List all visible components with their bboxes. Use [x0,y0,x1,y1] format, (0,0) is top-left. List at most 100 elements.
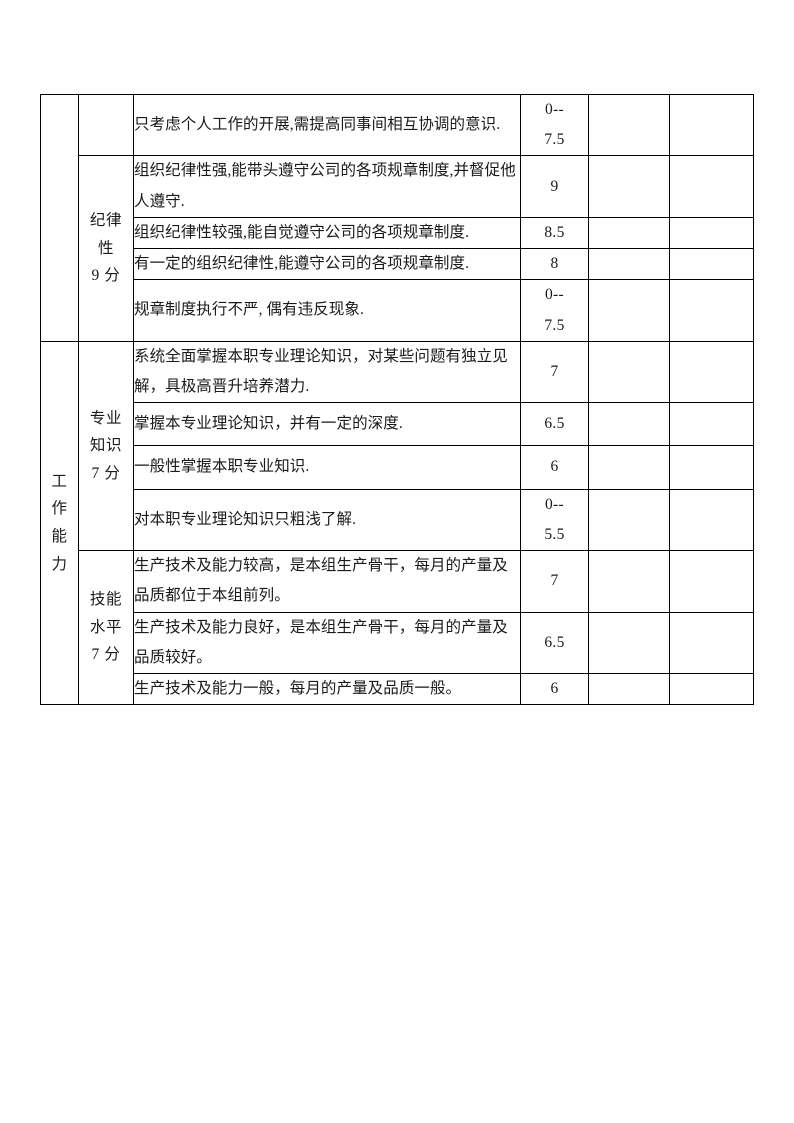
description-cell: 有一定的组织纪律性,能遵守公司的各项规章制度. [133,248,521,281]
description-cell: 生产技术及能力较高，是本组生产骨干，每月的产量及品质都位于本组前列。 [133,550,521,613]
self-score-cell[interactable] [588,672,670,706]
description-cell: 系统全面掌握本职专业理论知识，对某些问题有独立见解，具极高晋升培养潜力. [133,340,521,404]
standard-score-cell: 6 [520,672,589,706]
self-score-cell[interactable] [588,488,670,552]
manager-score-cell[interactable] [669,155,754,218]
subcategory-cell-skill-level: 技能 水平 7 分 [78,550,134,706]
manager-score-cell[interactable] [669,248,754,281]
subcategory-cell-professional-knowledge: 专业 知识 7 分 [78,340,134,552]
table-row: 只考虑个人工作的开展,需提高同事间相互协调的意识. 0-- 7.5 [40,93,754,342]
table-row: 掌握本专业理论知识，并有一定的深度. 6.5 [41,402,754,447]
score-line: 7.5 [544,131,565,149]
manager-score-cell[interactable] [669,550,754,613]
category-label-line: 力 [51,555,68,573]
self-score-cell[interactable] [588,550,670,613]
score-line: 5.5 [544,525,565,543]
manager-score-cell[interactable] [669,488,754,552]
score-line: 6.5 [544,633,565,651]
description-cell: 规章制度执行不严, 偶有违反现象. [133,279,521,342]
standard-score-cell: 8 [520,248,589,281]
subcategory-cell-discipline: 纪律 性 9 分 [78,155,134,342]
standard-score-cell: 9 [520,155,589,218]
score-line: 0-- [544,101,564,118]
subcategory-label-professional-knowledge: 专业 知识 7 分 [79,405,133,488]
table-row: 生产技术及能力良好，是本组生产骨干，每月的产量及品质较好。 6.5 [41,611,754,674]
description-cell: 组织纪律性较强,能自觉遵守公司的各项规章制度. [133,216,521,250]
self-score-cell[interactable] [588,445,670,490]
description-cell: 生产技术及能力良好，是本组生产骨干，每月的产量及品质较好。 [133,611,521,674]
table-row: 一般性掌握本职专业知识. 6 [41,445,754,490]
manager-score-cell[interactable] [669,672,754,706]
category-label-line: 作 [51,500,68,518]
description-cell: 生产技术及能力一般，每月的产量及品质一般。 [133,672,521,706]
table-row: 纪律 性 9 分 组织纪律性强,能带头遵守公司的各项规章制度,并督促他人遵守. … [41,155,754,342]
self-score-cell[interactable] [588,93,670,157]
standard-score-cell: 0-- 7.5 [520,93,589,157]
self-score-cell[interactable] [588,611,670,674]
table-row: 规章制度执行不严, 偶有违反现象. 0-- 7.5 [41,279,754,342]
manager-score-cell[interactable] [669,402,754,447]
description-cell: 对本职专业理论知识只粗浅了解. [133,488,521,552]
score-line: 7 [550,572,559,590]
manager-score-cell[interactable] [669,445,754,490]
standard-score-cell: 7 [520,340,589,404]
score-line: 7.5 [544,316,565,334]
subcategory-label-line: 7 分 [91,646,121,664]
score-line: 6.5 [544,415,565,433]
self-score-cell[interactable] [588,279,670,342]
subcategory-label-line: 纪律 [89,212,123,230]
subcategory-label-line: 技能 [89,591,123,609]
self-score-cell[interactable] [588,402,670,447]
evaluation-table: 只考虑个人工作的开展,需提高同事间相互协调的意识. 0-- 7.5 纪律 性 9… [40,93,754,706]
score-line: 6 [550,458,559,476]
document-page: 只考虑个人工作的开展,需提高同事间相互协调的意识. 0-- 7.5 纪律 性 9… [0,0,794,1123]
subcategory-cell-continued [78,93,134,157]
table-row: 组织纪律性较强,能自觉遵守公司的各项规章制度. 8.5 [41,216,754,250]
score-line: 0-- [544,286,564,304]
category-cell-continued [40,94,79,342]
category-cell-work-ability: 工 作 能 力 [40,340,79,706]
description-cell: 组织纪律性强,能带头遵守公司的各项规章制度,并督促他人遵守. [133,155,521,218]
subcategory-label-line: 7 分 [91,464,121,482]
subcategory-label-skill-level: 技能 水平 7 分 [79,586,133,669]
standard-score-cell: 7 [520,550,589,613]
standard-score-cell: 0-- 5.5 [520,488,589,552]
category-label-work-ability: 工 作 能 力 [41,468,78,578]
table-row: 技能 水平 7 分 生产技术及能力较高，是本组生产骨干，每月的产量及品质都位于本… [41,550,754,706]
table-row: 对本职专业理论知识只粗浅了解. 0-- 5.5 [41,488,754,552]
self-score-cell[interactable] [588,155,670,218]
score-line: 6 [550,679,559,697]
subcategory-label-discipline: 纪律 性 9 分 [79,207,133,290]
table-row: 有一定的组织纪律性,能遵守公司的各项规章制度. 8 [41,248,754,281]
score-line: 8.5 [544,223,565,241]
standard-score-cell: 0-- 7.5 [520,279,589,342]
table-row: 工 作 能 力 专业 知识 7 分 系统全面掌握本职专业理论知识，对某些问题有独… [40,340,754,706]
manager-score-cell[interactable] [669,216,754,250]
standard-score-cell: 8.5 [520,216,589,250]
description-cell: 只考虑个人工作的开展,需提高同事间相互协调的意识. [133,93,521,157]
self-score-cell[interactable] [588,340,670,404]
table-row: 生产技术及能力一般，每月的产量及品质一般。 6 [41,672,754,706]
standard-score-cell: 6.5 [520,402,589,447]
category-label-line: 工 [51,472,68,490]
score-line: 0-- [544,495,564,513]
self-score-cell[interactable] [588,216,670,250]
score-line: 9 [550,177,559,195]
self-score-cell[interactable] [588,248,670,281]
description-cell: 一般性掌握本职专业知识. [133,445,521,490]
subcategory-label-line: 水平 [89,618,123,636]
subcategory-label-line: 知识 [89,437,123,455]
subcategory-label-line: 9 分 [91,267,121,285]
manager-score-cell[interactable] [669,93,754,157]
manager-score-cell[interactable] [669,340,754,404]
standard-score-cell: 6.5 [520,611,589,674]
description-cell: 掌握本专业理论知识，并有一定的深度. [133,402,521,447]
subcategory-label-line: 专业 [89,409,123,427]
subcategory-label-line: 性 [97,239,115,257]
score-line: 8 [550,255,559,273]
standard-score-cell: 6 [520,445,589,490]
manager-score-cell[interactable] [669,279,754,342]
score-line: 7 [550,362,559,380]
manager-score-cell[interactable] [669,611,754,674]
category-label-line: 能 [51,527,68,545]
